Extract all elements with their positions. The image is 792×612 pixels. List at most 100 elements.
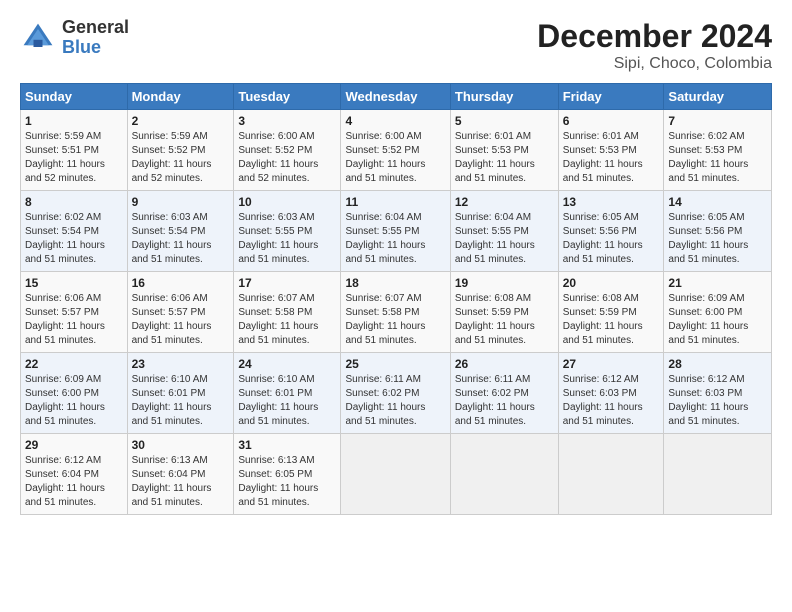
day-number-31: 31 <box>238 438 336 452</box>
header: General Blue December 2024 Sipi, Choco, … <box>20 18 772 73</box>
day-number-27: 27 <box>563 357 660 371</box>
day-info-31: Sunrise: 6:13 AMSunset: 6:05 PMDaylight:… <box>238 455 318 508</box>
day-number-10: 10 <box>238 195 336 209</box>
col-sunday: Sunday <box>21 84 128 110</box>
day-cell-4: 4 Sunrise: 6:00 AMSunset: 5:52 PMDayligh… <box>341 110 450 191</box>
day-number-4: 4 <box>345 114 445 128</box>
col-thursday: Thursday <box>450 84 558 110</box>
day-number-11: 11 <box>345 195 445 209</box>
day-info-28: Sunrise: 6:12 AMSunset: 6:03 PMDaylight:… <box>668 374 748 427</box>
day-number-12: 12 <box>455 195 554 209</box>
day-cell-16: 16 Sunrise: 6:06 AMSunset: 5:57 PMDaylig… <box>127 272 234 353</box>
col-friday: Friday <box>558 84 664 110</box>
day-cell-27: 27 Sunrise: 6:12 AMSunset: 6:03 PMDaylig… <box>558 353 664 434</box>
day-info-17: Sunrise: 6:07 AMSunset: 5:58 PMDaylight:… <box>238 293 318 346</box>
day-cell-12: 12 Sunrise: 6:04 AMSunset: 5:55 PMDaylig… <box>450 191 558 272</box>
day-cell-6: 6 Sunrise: 6:01 AMSunset: 5:53 PMDayligh… <box>558 110 664 191</box>
empty-cell <box>450 434 558 515</box>
day-info-2: Sunrise: 5:59 AMSunset: 5:52 PMDaylight:… <box>132 131 212 184</box>
day-number-23: 23 <box>132 357 230 371</box>
day-number-3: 3 <box>238 114 336 128</box>
day-info-8: Sunrise: 6:02 AMSunset: 5:54 PMDaylight:… <box>25 212 105 265</box>
day-cell-23: 23 Sunrise: 6:10 AMSunset: 6:01 PMDaylig… <box>127 353 234 434</box>
day-cell-24: 24 Sunrise: 6:10 AMSunset: 6:01 PMDaylig… <box>234 353 341 434</box>
calendar-header-row: Sunday Monday Tuesday Wednesday Thursday… <box>21 84 772 110</box>
day-cell-8: 8 Sunrise: 6:02 AMSunset: 5:54 PMDayligh… <box>21 191 128 272</box>
calendar-row: 1 Sunrise: 5:59 AMSunset: 5:51 PMDayligh… <box>21 110 772 191</box>
day-number-22: 22 <box>25 357 123 371</box>
day-info-1: Sunrise: 5:59 AMSunset: 5:51 PMDaylight:… <box>25 131 105 184</box>
day-info-10: Sunrise: 6:03 AMSunset: 5:55 PMDaylight:… <box>238 212 318 265</box>
logo-text: General Blue <box>62 18 129 58</box>
main-title: December 2024 <box>537 18 772 55</box>
day-info-15: Sunrise: 6:06 AMSunset: 5:57 PMDaylight:… <box>25 293 105 346</box>
day-number-21: 21 <box>668 276 767 290</box>
day-info-26: Sunrise: 6:11 AMSunset: 6:02 PMDaylight:… <box>455 374 535 427</box>
day-number-26: 26 <box>455 357 554 371</box>
day-cell-25: 25 Sunrise: 6:11 AMSunset: 6:02 PMDaylig… <box>341 353 450 434</box>
col-saturday: Saturday <box>664 84 772 110</box>
day-info-25: Sunrise: 6:11 AMSunset: 6:02 PMDaylight:… <box>345 374 425 427</box>
day-cell-26: 26 Sunrise: 6:11 AMSunset: 6:02 PMDaylig… <box>450 353 558 434</box>
day-number-24: 24 <box>238 357 336 371</box>
day-info-21: Sunrise: 6:09 AMSunset: 6:00 PMDaylight:… <box>668 293 748 346</box>
day-number-14: 14 <box>668 195 767 209</box>
day-cell-13: 13 Sunrise: 6:05 AMSunset: 5:56 PMDaylig… <box>558 191 664 272</box>
day-number-17: 17 <box>238 276 336 290</box>
day-info-12: Sunrise: 6:04 AMSunset: 5:55 PMDaylight:… <box>455 212 535 265</box>
subtitle: Sipi, Choco, Colombia <box>537 55 772 73</box>
day-number-5: 5 <box>455 114 554 128</box>
day-info-16: Sunrise: 6:06 AMSunset: 5:57 PMDaylight:… <box>132 293 212 346</box>
day-number-20: 20 <box>563 276 660 290</box>
day-cell-3: 3 Sunrise: 6:00 AMSunset: 5:52 PMDayligh… <box>234 110 341 191</box>
page: General Blue December 2024 Sipi, Choco, … <box>0 0 792 612</box>
day-number-8: 8 <box>25 195 123 209</box>
day-cell-11: 11 Sunrise: 6:04 AMSunset: 5:55 PMDaylig… <box>341 191 450 272</box>
day-info-3: Sunrise: 6:00 AMSunset: 5:52 PMDaylight:… <box>238 131 318 184</box>
day-cell-29: 29 Sunrise: 6:12 AMSunset: 6:04 PMDaylig… <box>21 434 128 515</box>
day-cell-19: 19 Sunrise: 6:08 AMSunset: 5:59 PMDaylig… <box>450 272 558 353</box>
day-cell-30: 30 Sunrise: 6:13 AMSunset: 6:04 PMDaylig… <box>127 434 234 515</box>
day-number-2: 2 <box>132 114 230 128</box>
calendar-row: 8 Sunrise: 6:02 AMSunset: 5:54 PMDayligh… <box>21 191 772 272</box>
day-cell-14: 14 Sunrise: 6:05 AMSunset: 5:56 PMDaylig… <box>664 191 772 272</box>
day-info-20: Sunrise: 6:08 AMSunset: 5:59 PMDaylight:… <box>563 293 643 346</box>
day-info-13: Sunrise: 6:05 AMSunset: 5:56 PMDaylight:… <box>563 212 643 265</box>
day-info-4: Sunrise: 6:00 AMSunset: 5:52 PMDaylight:… <box>345 131 425 184</box>
calendar-row: 15 Sunrise: 6:06 AMSunset: 5:57 PMDaylig… <box>21 272 772 353</box>
day-number-30: 30 <box>132 438 230 452</box>
day-number-29: 29 <box>25 438 123 452</box>
day-number-1: 1 <box>25 114 123 128</box>
day-cell-10: 10 Sunrise: 6:03 AMSunset: 5:55 PMDaylig… <box>234 191 341 272</box>
logo-general-text: General <box>62 18 129 38</box>
day-info-23: Sunrise: 6:10 AMSunset: 6:01 PMDaylight:… <box>132 374 212 427</box>
day-number-18: 18 <box>345 276 445 290</box>
day-info-14: Sunrise: 6:05 AMSunset: 5:56 PMDaylight:… <box>668 212 748 265</box>
day-number-25: 25 <box>345 357 445 371</box>
day-info-19: Sunrise: 6:08 AMSunset: 5:59 PMDaylight:… <box>455 293 535 346</box>
day-number-15: 15 <box>25 276 123 290</box>
day-number-7: 7 <box>668 114 767 128</box>
day-info-9: Sunrise: 6:03 AMSunset: 5:54 PMDaylight:… <box>132 212 212 265</box>
col-tuesday: Tuesday <box>234 84 341 110</box>
day-cell-7: 7 Sunrise: 6:02 AMSunset: 5:53 PMDayligh… <box>664 110 772 191</box>
day-info-7: Sunrise: 6:02 AMSunset: 5:53 PMDaylight:… <box>668 131 748 184</box>
logo-blue-text: Blue <box>62 38 129 58</box>
day-cell-21: 21 Sunrise: 6:09 AMSunset: 6:00 PMDaylig… <box>664 272 772 353</box>
day-info-24: Sunrise: 6:10 AMSunset: 6:01 PMDaylight:… <box>238 374 318 427</box>
day-info-5: Sunrise: 6:01 AMSunset: 5:53 PMDaylight:… <box>455 131 535 184</box>
calendar: Sunday Monday Tuesday Wednesday Thursday… <box>20 83 772 515</box>
logo-icon <box>20 20 56 56</box>
day-info-11: Sunrise: 6:04 AMSunset: 5:55 PMDaylight:… <box>345 212 425 265</box>
day-number-6: 6 <box>563 114 660 128</box>
day-number-9: 9 <box>132 195 230 209</box>
day-cell-28: 28 Sunrise: 6:12 AMSunset: 6:03 PMDaylig… <box>664 353 772 434</box>
day-cell-31: 31 Sunrise: 6:13 AMSunset: 6:05 PMDaylig… <box>234 434 341 515</box>
day-cell-17: 17 Sunrise: 6:07 AMSunset: 5:58 PMDaylig… <box>234 272 341 353</box>
day-number-19: 19 <box>455 276 554 290</box>
day-info-6: Sunrise: 6:01 AMSunset: 5:53 PMDaylight:… <box>563 131 643 184</box>
day-info-18: Sunrise: 6:07 AMSunset: 5:58 PMDaylight:… <box>345 293 425 346</box>
day-cell-2: 2 Sunrise: 5:59 AMSunset: 5:52 PMDayligh… <box>127 110 234 191</box>
day-info-27: Sunrise: 6:12 AMSunset: 6:03 PMDaylight:… <box>563 374 643 427</box>
logo: General Blue <box>20 18 129 58</box>
